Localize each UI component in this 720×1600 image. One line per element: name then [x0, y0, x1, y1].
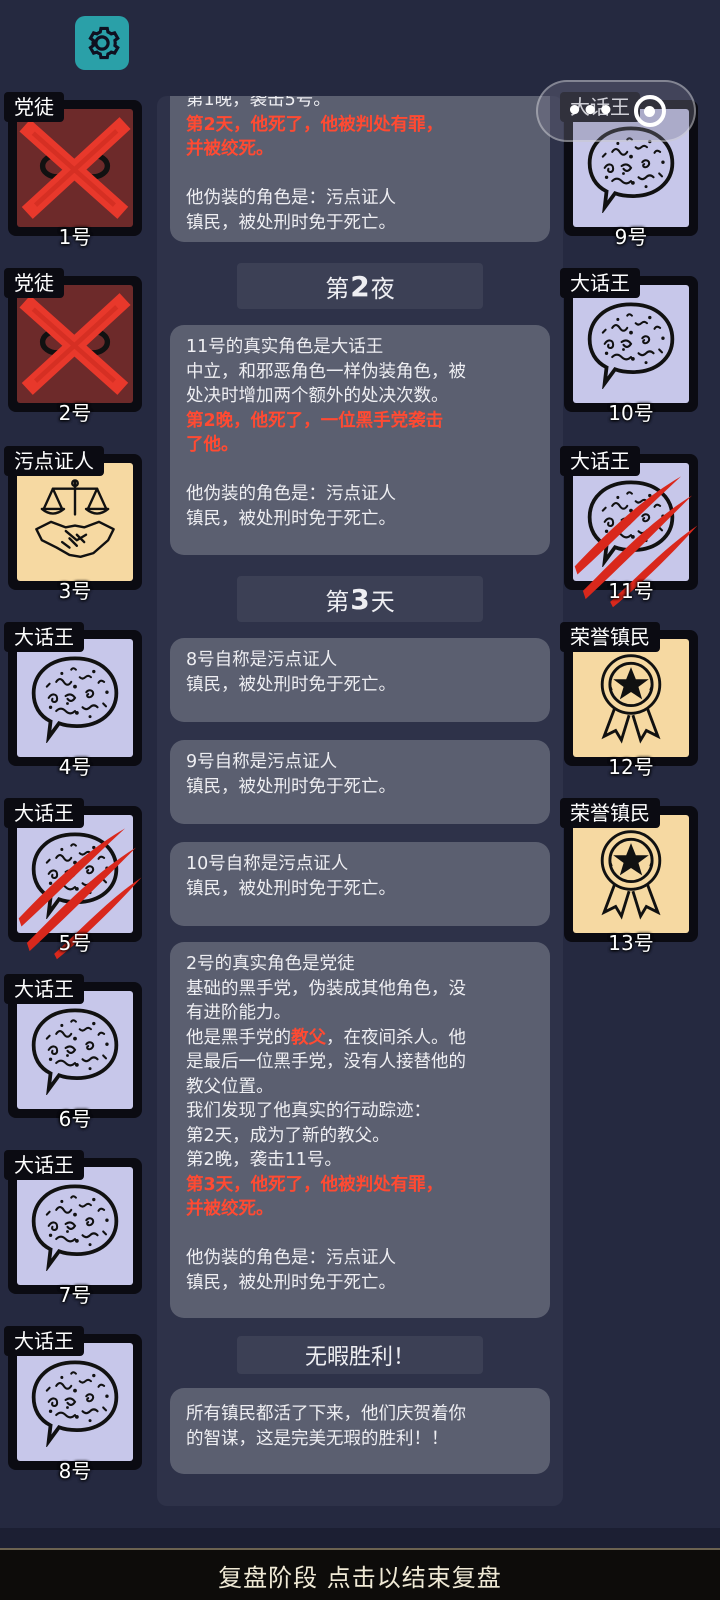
player-role-label: 大话王: [560, 268, 640, 298]
close-target-icon[interactable]: [633, 95, 666, 127]
player-tile[interactable]: 党徒 2号: [4, 268, 142, 425]
player-number: 3号: [58, 579, 92, 603]
player-number: 7号: [58, 1283, 92, 1307]
player-number: 13号: [608, 931, 654, 955]
player-number: 4号: [58, 755, 92, 779]
player-role-label: 党徒: [4, 92, 64, 122]
player-tile[interactable]: 大话王 11号: [560, 446, 698, 608]
player-role-label: 大话王: [4, 1326, 84, 1356]
player-number: 9号: [614, 225, 648, 249]
player-role-label: 荣誉镇民: [560, 622, 660, 652]
player-role-label: 大话王: [560, 446, 640, 476]
player-number: 12号: [608, 755, 654, 779]
log-card: 8号自称是污点证人 镇民，被处刑时免于死亡。: [170, 638, 550, 722]
medal-ribbon-icon: [583, 824, 679, 924]
end-review-label: 复盘阶段 点击以结束复盘: [218, 1563, 502, 1592]
player-tile[interactable]: 党徒 1号: [4, 92, 142, 249]
player-tile[interactable]: 大话王 5号: [4, 798, 142, 960]
player-tile[interactable]: 大话王 4号: [4, 622, 142, 779]
player-number: 6号: [58, 1107, 92, 1131]
mini-program-capsule[interactable]: •••: [536, 80, 696, 142]
player-number: 2号: [58, 401, 92, 425]
log-card: 第1晚，袭击5号。 第2天，他死了，他被判处有罪， 并被绞死。 他伪装的角色是：…: [170, 96, 550, 242]
player-role-label: 大话王: [4, 798, 84, 828]
section-header-day3: 第3天: [237, 576, 483, 622]
log-card: 所有镇民都活了下来，他们庆贺着你 的智谋，这是完美无瑕的胜利！！: [170, 1388, 550, 1474]
section-header-night2: 第2夜: [237, 263, 483, 309]
player-role-label: 大话王: [4, 974, 84, 1004]
player-tile[interactable]: 荣誉镇民 13号: [560, 798, 698, 955]
player-number: 5号: [58, 931, 92, 955]
speech-bubble-icon: [28, 1177, 122, 1275]
speech-bubble-icon: [28, 1001, 122, 1099]
player-number: 11号: [608, 579, 654, 603]
executed-cross-icon: [17, 285, 133, 403]
log-card: 10号自称是污点证人 镇民，被处刑时免于死亡。: [170, 842, 550, 926]
bottom-divider: [0, 1528, 720, 1548]
log-card: 11号的真实角色是大话王 中立，和邪恶角色一样伪装角色，被 处决时增加两个额外的…: [170, 325, 550, 555]
end-review-button[interactable]: 复盘阶段 点击以结束复盘: [0, 1548, 720, 1600]
player-number: 8号: [58, 1459, 92, 1483]
executed-cross-icon: [17, 109, 133, 227]
player-role-label: 荣誉镇民: [560, 798, 660, 828]
settings-button[interactable]: [75, 16, 129, 70]
player-tile[interactable]: 大话王 6号: [4, 974, 142, 1131]
godfather-keyword: 教父: [291, 1027, 326, 1048]
player-number: 1号: [58, 225, 92, 249]
player-role-label: 大话王: [4, 622, 84, 652]
player-tile[interactable]: 大话王 8号: [4, 1326, 142, 1483]
speech-bubble-icon: [28, 1353, 122, 1451]
player-number: 10号: [608, 401, 654, 425]
player-role-label: 大话王: [4, 1150, 84, 1180]
player-tile[interactable]: 大话王 7号: [4, 1150, 142, 1307]
player-tile[interactable]: 污点证人 3号: [4, 446, 142, 603]
section-header-victory: 无暇胜利！: [237, 1336, 483, 1374]
log-card: 9号自称是污点证人 镇民，被处刑时免于死亡。: [170, 740, 550, 824]
gear-icon: [88, 26, 120, 60]
medal-ribbon-icon: [583, 648, 679, 748]
speech-bubble-icon: [28, 649, 122, 747]
scales-handshake-icon: [29, 474, 121, 570]
game-review-log[interactable]: 第1晚，袭击5号。 第2天，他死了，他被判处有罪， 并被绞死。 他伪装的角色是：…: [157, 96, 563, 1506]
speech-bubble-icon: [584, 295, 678, 393]
player-role-label: 党徒: [4, 268, 64, 298]
player-tile[interactable]: 荣誉镇民 12号: [560, 622, 698, 779]
more-menu-icon[interactable]: •••: [566, 96, 614, 126]
log-card: 2号的真实角色是党徒 基础的黑手党，伪装成其他角色，没 有进阶能力。 他是黑手党…: [170, 942, 550, 1318]
player-tile[interactable]: 大话王 10号: [560, 268, 698, 425]
player-role-label: 污点证人: [4, 446, 104, 476]
